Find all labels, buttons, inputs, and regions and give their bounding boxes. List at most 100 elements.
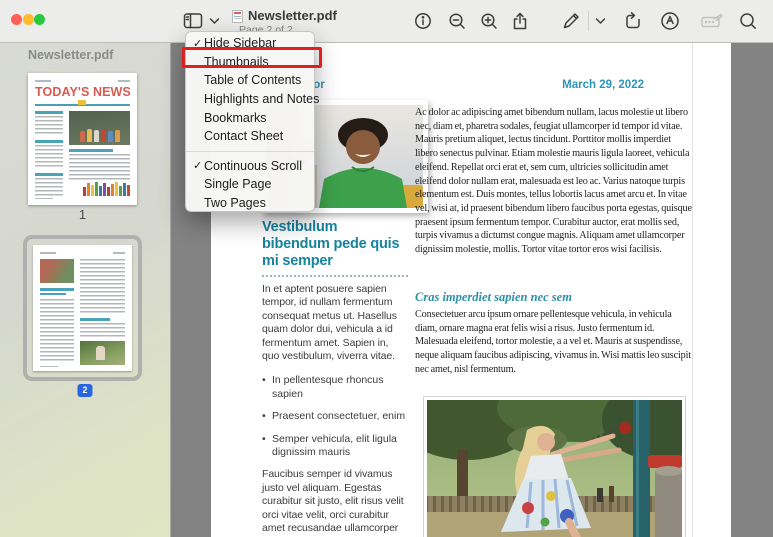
thumb-header-line — [113, 252, 125, 254]
thumb-section-bar — [35, 140, 63, 143]
thumb-text-lines — [80, 323, 125, 337]
menu-item-label: Contact Sheet — [204, 129, 283, 143]
markup-dropdown-button[interactable] — [592, 8, 608, 34]
highlight-pen-icon — [659, 10, 681, 32]
thumb-heading-bar — [69, 149, 113, 152]
thumb-text-lines — [35, 178, 63, 198]
thumb-text-lines — [35, 145, 63, 169]
thumb-text-lines — [80, 259, 125, 315]
body-paragraph: Consectetuer arcu ipsum ornare pellentes… — [415, 308, 692, 377]
search-button[interactable] — [735, 8, 761, 34]
article-heading: Vestibulum bibendum pede quis mi semper — [262, 219, 408, 270]
zoom-in-icon — [479, 11, 499, 31]
menu-item-bookmarks[interactable]: Bookmarks — [186, 108, 314, 127]
menu-item-highlights-and-notes[interactable]: Highlights and Notes — [186, 90, 314, 109]
thumb-heading-bar — [40, 293, 66, 296]
markup-button[interactable] — [558, 8, 584, 34]
page-thumbnail-2-selected[interactable] — [23, 235, 142, 381]
thumb-classroom-photo — [69, 111, 130, 145]
left-column-article: Vestibulum bibendum pede quis mi semper … — [262, 219, 408, 537]
thumb-heading-bar — [80, 318, 110, 321]
rotate-icon — [622, 10, 644, 32]
toolbar-divider — [588, 11, 589, 31]
thumb-section-bar — [35, 173, 63, 176]
section-heading: Cras imperdiet sapien nec sem — [415, 290, 692, 305]
thumb-header-line — [118, 80, 130, 82]
body-paragraph: Ac dolor ac adipiscing amet bibendum nul… — [415, 106, 692, 257]
close-button[interactable] — [11, 14, 22, 25]
pdf-document-icon — [232, 10, 243, 23]
thumb-pencils-art — [83, 182, 130, 196]
checkmark-icon: ✓ — [193, 159, 204, 172]
thumb-heading-bar — [40, 288, 74, 291]
thumb-girl-photo — [80, 341, 125, 365]
page-date: March 29, 2022 — [562, 79, 644, 91]
menu-item-continuous-scroll[interactable]: ✓ Continuous Scroll — [186, 157, 314, 176]
thumb-text-lines — [69, 154, 130, 182]
bullet-text: Semper vehicula, elit ligula dignissim m… — [272, 433, 408, 460]
bullet-marker: • — [262, 374, 272, 401]
thumb-boy-photo — [40, 259, 74, 283]
fullscreen-button[interactable] — [34, 14, 45, 25]
menu-separator — [186, 151, 314, 152]
menu-item-label: Table of Contents — [204, 73, 301, 87]
thumb-text-lines — [35, 116, 63, 136]
dotted-divider — [262, 275, 408, 277]
menu-item-contact-sheet[interactable]: Contact Sheet — [186, 127, 314, 146]
menu-item-label: Single Page — [204, 177, 271, 191]
zoom-out-icon — [447, 11, 467, 31]
minimize-button[interactable] — [23, 14, 34, 25]
thumb-newsletter-headline: TODAY'S NEWS — [35, 85, 130, 99]
menu-item-label: Continuous Scroll — [204, 159, 302, 173]
menu-item-label: Highlights and Notes — [204, 92, 319, 106]
page-thumbnail-2 — [33, 245, 132, 371]
share-button[interactable] — [507, 8, 533, 34]
share-icon — [510, 11, 530, 31]
article-paragraph: In et aptent posuere sapien tempor, id n… — [262, 283, 408, 363]
bullet-text: Praesent consectetuer, enim — [272, 410, 405, 423]
markup-pencil-icon — [560, 10, 582, 32]
thumb-text-lines — [40, 299, 74, 363]
bullet-item: • Praesent consectetuer, enim — [262, 410, 408, 423]
bullet-item: • Semper vehicula, elit ligula dignissim… — [262, 433, 408, 460]
window-title: Newsletter.pdf — [248, 8, 337, 23]
sidebar-panel-icon — [182, 10, 204, 32]
thumb-section-bar — [35, 111, 63, 114]
info-icon — [413, 11, 433, 31]
signature-button — [699, 8, 725, 34]
thumb-header-line — [35, 80, 51, 82]
thumbnails-highlight-annotation — [182, 47, 322, 68]
bullet-marker: • — [262, 410, 272, 423]
bullet-marker: • — [262, 433, 272, 460]
toolbar: Newsletter.pdf Page 2 of 2 — [0, 0, 773, 43]
document-title-label: Newsletter.pdf — [28, 48, 113, 62]
page-thumbnail-1[interactable]: TODAY'S NEWS — [28, 73, 137, 205]
menu-item-two-pages[interactable]: Two Pages — [186, 194, 314, 213]
page-2-selected-badge: 2 — [77, 384, 92, 397]
highlight-button[interactable] — [657, 8, 683, 34]
zoom-in-button[interactable] — [476, 8, 502, 34]
thumb-footer-line — [35, 198, 53, 200]
thumb-pencil-marker — [78, 100, 86, 105]
menu-item-label: Two Pages — [204, 196, 266, 210]
chevron-down-icon — [595, 17, 606, 25]
thumbnail-sidebar: Newsletter.pdf TODAY'S NEWS 1 — [0, 43, 171, 537]
zoom-out-button[interactable] — [444, 8, 470, 34]
signature-form-icon — [700, 11, 724, 31]
thumb-footer-line — [40, 366, 58, 368]
menu-item-label: Bookmarks — [204, 111, 267, 125]
preview-window: Newsletter.pdf Page 2 of 2 — [0, 0, 773, 537]
page-margin-rule — [692, 43, 693, 537]
search-icon — [738, 11, 758, 31]
bullet-text: In pellentesque rhoncus sapien — [272, 374, 408, 401]
playground-photo — [423, 396, 686, 537]
menu-item-single-page[interactable]: Single Page — [186, 175, 314, 194]
rotate-button[interactable] — [620, 8, 646, 34]
thumb-header-line — [40, 252, 56, 254]
article-paragraph: Faucibus semper id vivamus justo vel ali… — [262, 468, 408, 537]
page-1-label: 1 — [28, 207, 137, 222]
menu-item-table-of-contents[interactable]: Table of Contents — [186, 71, 314, 90]
bullet-item: • In pellentesque rhoncus sapien — [262, 374, 408, 401]
info-button[interactable] — [410, 8, 436, 34]
chevron-down-icon — [209, 17, 220, 25]
